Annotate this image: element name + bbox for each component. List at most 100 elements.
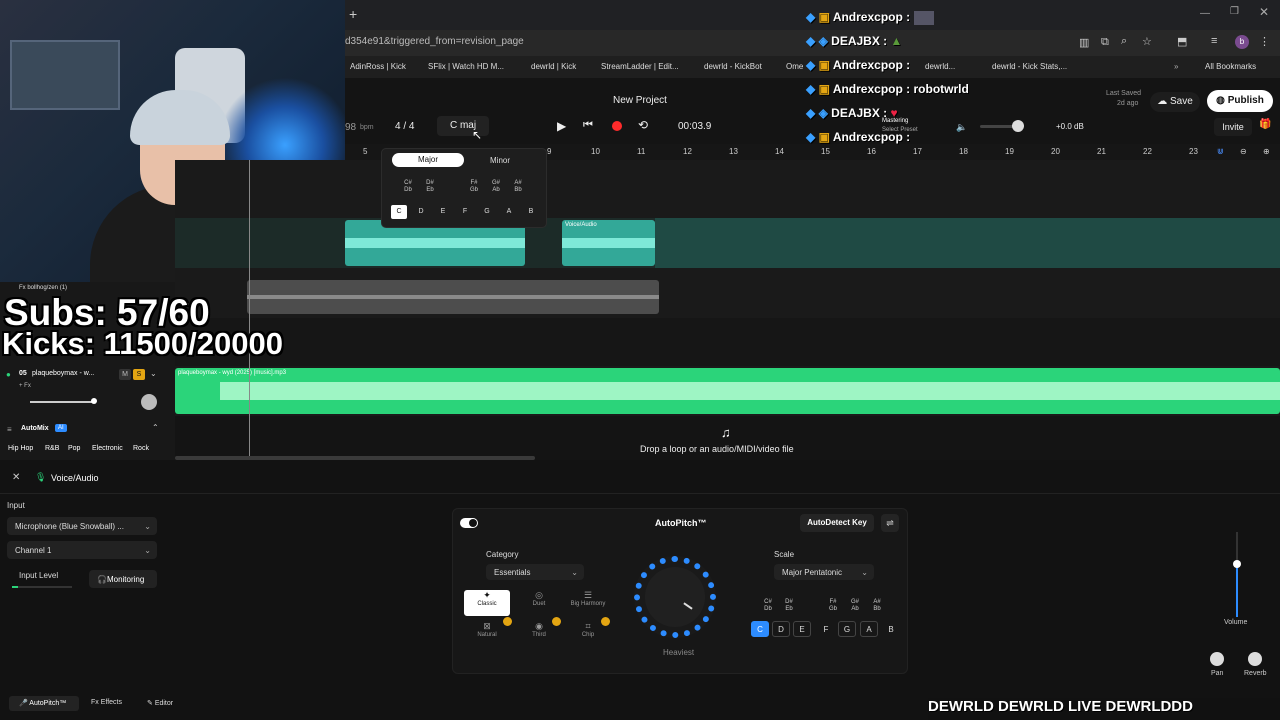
scale-key[interactable]: F (817, 621, 835, 637)
genre-chip[interactable]: Electronic (92, 445, 123, 452)
key-natural[interactable]: A (501, 205, 517, 219)
add-fx-button[interactable]: + Fx (19, 383, 31, 389)
pitch-speed-knob[interactable] (634, 556, 716, 638)
master-volume-handle[interactable] (1012, 120, 1024, 132)
zoom-out-icon[interactable]: ⊖ (1240, 147, 1247, 156)
key-sharp[interactable]: F# Gb (467, 180, 481, 194)
music-clip[interactable]: plaqueboymax - wyd (2025) [music].mp3 (175, 368, 1280, 414)
bookmark-item[interactable]: dewrld... (925, 62, 955, 71)
tab-effects[interactable]: Fx Effects (91, 699, 122, 706)
scale-key[interactable]: A (860, 621, 878, 637)
monitoring-button[interactable]: 🎧 Monitoring (89, 570, 157, 588)
key-natural[interactable]: F (457, 205, 473, 219)
key-natural[interactable]: E (435, 205, 451, 219)
sidebar-icon[interactable]: ▥ (1079, 36, 1089, 49)
style-natural[interactable]: ⊠ Natural (464, 621, 510, 647)
zoom-icon[interactable]: ⌕ (1121, 35, 1127, 48)
profile-avatar[interactable]: b (1235, 35, 1249, 49)
scale-sharp[interactable]: A# Bb (870, 599, 884, 613)
tab-editor[interactable]: ✎ Editor (147, 699, 173, 707)
star-icon[interactable]: ☆ (1142, 35, 1152, 48)
key-sharp[interactable]: D# Eb (423, 180, 437, 194)
scale-key[interactable]: B (882, 621, 900, 637)
style-big-harmony[interactable]: ☰ Big Harmony (562, 590, 614, 616)
play-icon[interactable]: ▶ (557, 119, 566, 133)
track-lane-fx[interactable] (175, 268, 1280, 318)
all-bookmarks[interactable]: All Bookmarks (1205, 62, 1256, 71)
voice-clip[interactable]: Voice/Audio (562, 220, 655, 266)
media-icon[interactable]: ≡ (1211, 35, 1217, 47)
bpm-value[interactable]: 98 (345, 122, 356, 133)
bookmark-item[interactable]: dewrld - KickBot (704, 62, 762, 71)
bookmark-item[interactable]: Ome (786, 62, 803, 71)
close-panel-icon[interactable]: ✕ (12, 472, 20, 483)
bookmark-item[interactable]: StreamLadder | Edit... (601, 62, 679, 71)
category-select[interactable]: Essentials ⌄ (486, 564, 584, 580)
autopitch-toggle[interactable] (460, 518, 478, 528)
scale-sharp[interactable]: F# Gb (826, 599, 840, 613)
track-area[interactable]: Voice/Audio plaqueboymax - wyd (2025) [m… (175, 160, 1280, 460)
key-natural[interactable]: B (523, 205, 539, 219)
genre-chip[interactable]: Hip Hop (8, 445, 33, 452)
project-title[interactable]: New Project (613, 95, 667, 106)
scale-sharp[interactable]: G# Ab (848, 599, 862, 613)
input-device-select[interactable]: Microphone (Blue Snowball) ... ⌄ (7, 517, 157, 535)
style-classic[interactable]: ✦ Classic (464, 590, 510, 616)
track-lane[interactable] (175, 160, 1280, 218)
pan-knob[interactable] (1210, 652, 1224, 666)
key-natural[interactable]: G (479, 205, 495, 219)
gift-icon[interactable]: 🎁 (1259, 119, 1271, 130)
scale-key[interactable]: E (793, 621, 811, 637)
pan-knob[interactable] (141, 394, 157, 410)
bookmark-item[interactable]: dewrld - Kick Stats,... (992, 62, 1067, 71)
chevron-up-icon[interactable]: ⌃ (152, 423, 159, 432)
time-signature[interactable]: 4 / 4 (395, 121, 414, 132)
key-sharp[interactable]: G# Ab (489, 180, 503, 194)
extensions-icon[interactable]: ⬒ (1177, 35, 1187, 48)
solo-button[interactable]: S (133, 369, 145, 380)
track-volume-handle[interactable] (91, 398, 97, 404)
volume-fader-track[interactable] (1236, 532, 1238, 617)
scale-sharp[interactable]: D# Eb (782, 599, 796, 613)
key-sharp[interactable]: C# Db (401, 180, 415, 194)
scale-sharp[interactable]: C# Db (761, 599, 775, 613)
volume-fader-handle[interactable] (1233, 560, 1241, 568)
chevron-down-icon[interactable]: ⌄ (150, 369, 157, 378)
key-natural[interactable]: C (391, 205, 407, 219)
drop-zone[interactable]: ♫ Drop a loop or an audio/MIDI/video fil… (175, 416, 1280, 460)
track-volume-slider[interactable] (30, 401, 95, 403)
autodetect-key-button[interactable]: AutoDetect Key (800, 514, 874, 532)
bookmark-item[interactable]: AdinRoss | Kick (350, 62, 406, 71)
major-toggle[interactable]: Major (392, 153, 464, 167)
new-tab-button[interactable]: + (349, 6, 357, 22)
settings-sliders-icon[interactable]: ⇌ (881, 514, 899, 532)
save-button[interactable]: ☁ Save (1150, 92, 1200, 112)
close-icon[interactable]: ✕ (1259, 5, 1269, 19)
more-bookmarks-icon[interactable]: » (1174, 62, 1178, 71)
scale-key[interactable]: D (772, 621, 790, 637)
key-natural[interactable]: D (413, 205, 429, 219)
scale-key[interactable]: G (838, 621, 856, 637)
minimize-icon[interactable]: — (1200, 8, 1210, 19)
loop-icon[interactable]: ⟲ (638, 118, 648, 132)
record-button[interactable] (612, 121, 622, 131)
bookmark-item[interactable]: SFlix | Watch HD M... (428, 62, 504, 71)
genre-chip[interactable]: R&B (45, 445, 59, 452)
horizontal-scrollbar[interactable] (175, 456, 535, 460)
scale-select[interactable]: Major Pentatonic ⌄ (774, 564, 874, 580)
track-name[interactable]: plaqueboymax - w... (32, 370, 94, 377)
track-lane-music[interactable]: plaqueboymax - wyd (2025) [music].mp3 (175, 366, 1280, 416)
url-text[interactable]: d354e91&triggered_from=revision_page (345, 36, 524, 47)
minor-toggle[interactable]: Minor (490, 156, 510, 165)
tab-autopitch[interactable]: 🎤 AutoPitch™ (9, 696, 79, 711)
key-sharp[interactable]: A# Bb (511, 180, 525, 194)
mute-button[interactable]: M (119, 369, 131, 380)
publish-button[interactable]: ◍ Publish (1207, 90, 1273, 112)
fx-clip[interactable] (247, 280, 659, 314)
zoom-in-icon[interactable]: ⊕ (1263, 147, 1270, 156)
cast-icon[interactable]: ⧉ (1101, 36, 1109, 49)
bookmark-item[interactable]: dewrld | Kick (531, 62, 576, 71)
skip-back-icon[interactable]: ⏮ (583, 119, 593, 132)
snap-icon[interactable]: ⋓ (1217, 147, 1224, 156)
channel-select[interactable]: Channel 1 ⌄ (7, 541, 157, 559)
